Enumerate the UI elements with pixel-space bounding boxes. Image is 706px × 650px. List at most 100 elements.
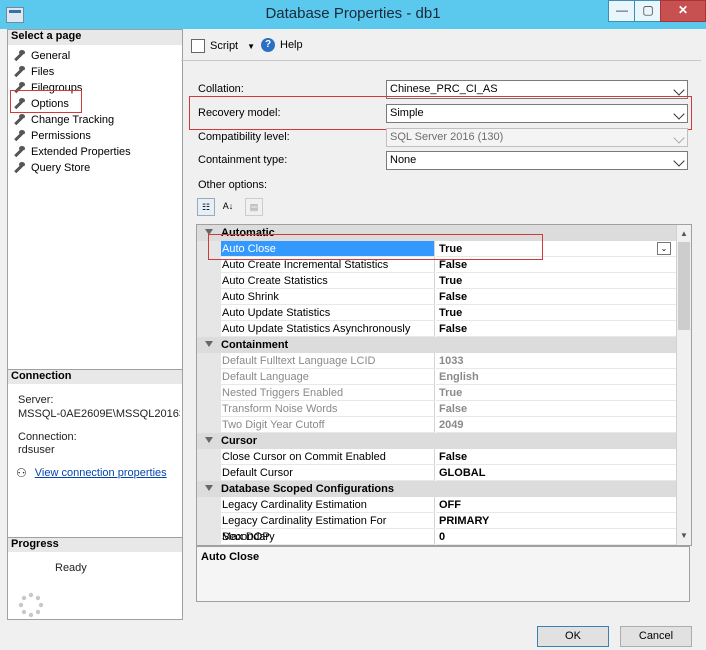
grid-row-value[interactable]: PRIMARY — [436, 513, 676, 529]
grid-row-value[interactable]: False — [436, 449, 676, 465]
grid-row-value[interactable]: False — [436, 401, 676, 417]
cancel-button[interactable]: Cancel — [620, 626, 692, 647]
connection-value: rdsuser — [18, 444, 55, 456]
options-panel: Collation: Chinese_PRC_CI_AS Recovery mo… — [181, 60, 701, 619]
page-files[interactable]: Files — [13, 64, 131, 80]
grid-category[interactable]: Database Scoped Configurations — [197, 481, 676, 497]
grid-row[interactable]: Default Language English — [197, 369, 676, 385]
grid-row-name: Two Digit Year Cutoff — [221, 417, 435, 433]
grid-row-name: Auto Create Statistics — [221, 273, 435, 289]
grid-row-value[interactable]: False — [436, 289, 676, 305]
other-options-label: Other options: — [198, 179, 268, 191]
grid-row-name: Close Cursor on Commit Enabled — [221, 449, 435, 465]
grid-row-gutter — [197, 289, 221, 305]
chevron-down-icon — [673, 155, 685, 167]
grid-row[interactable]: Nested Triggers Enabled True — [197, 385, 676, 401]
property-pages-icon[interactable]: ▤ — [245, 198, 263, 216]
grid-row-gutter — [197, 353, 221, 369]
wrench-icon — [13, 50, 26, 62]
grid-row-gutter — [197, 449, 221, 465]
chevron-down-icon: ▼ — [247, 41, 256, 51]
grid-scrollbar[interactable]: ▲ ▼ — [676, 225, 691, 545]
grid-row-value[interactable]: True — [436, 273, 676, 289]
page-permissions[interactable]: Permissions — [13, 128, 131, 144]
grid-row[interactable]: Auto Update Statistics Asynchronously Fal… — [197, 321, 676, 337]
grid-row-value[interactable]: 1033 — [436, 353, 676, 369]
grid-row-value[interactable]: English — [436, 369, 676, 385]
select-page-header: Select a page — [8, 30, 182, 45]
ok-button[interactable]: OK — [537, 626, 609, 647]
grid-row-gutter — [197, 529, 221, 545]
grid-row-name: Auto Update Statistics Asynchronously — [221, 321, 435, 337]
options-highlight — [10, 90, 82, 113]
grid-row-gutter — [197, 305, 221, 321]
recovery-highlight — [189, 96, 692, 130]
progress-header: Progress — [8, 537, 182, 552]
grid-row[interactable]: Default Fulltext Language LCID 1033 — [197, 353, 676, 369]
grid-row-name: Max DOP — [221, 529, 435, 545]
compatibility-level-select[interactable]: SQL Server 2016 (130) — [386, 128, 688, 147]
property-description: Auto Close — [196, 546, 690, 602]
connection-header: Connection — [8, 369, 182, 384]
grid-row-name: Nested Triggers Enabled — [221, 385, 435, 401]
wrench-icon — [13, 66, 26, 78]
grid-row[interactable]: Max DOP 0 — [197, 529, 676, 545]
collapse-triangle-icon[interactable] — [205, 341, 213, 347]
server-value: MSSQL-0AE2609E\MSSQL2016S — [18, 408, 180, 420]
grid-row-gutter — [197, 513, 221, 529]
alphabetical-icon[interactable]: A↓ — [219, 198, 237, 216]
containment-type-select[interactable]: None — [386, 151, 688, 170]
scroll-down-icon[interactable]: ▼ — [680, 531, 688, 540]
grid-row[interactable]: Transform Noise Words False — [197, 401, 676, 417]
grid-row[interactable]: Close Cursor on Commit Enabled False — [197, 449, 676, 465]
wrench-icon — [13, 146, 26, 158]
page-change-tracking[interactable]: Change Tracking — [13, 112, 131, 128]
maximize-button[interactable]: ▢ — [634, 0, 662, 22]
grid-row[interactable]: Auto Shrink False — [197, 289, 676, 305]
view-connection-properties-link[interactable]: View connection properties — [35, 467, 167, 479]
page-extended-properties[interactable]: Extended Properties — [13, 144, 131, 160]
grid-row-name: Auto Update Statistics — [221, 305, 435, 321]
grid-row-name: Legacy Cardinality Estimation — [221, 497, 435, 513]
compatibility-level-label: Compatibility level: — [198, 131, 290, 143]
categorized-icon[interactable]: ☷ — [197, 198, 215, 216]
script-button[interactable]: Script ▼ — [191, 39, 255, 53]
grid-row-value[interactable]: False — [436, 321, 676, 337]
grid-row-value[interactable]: True — [436, 385, 676, 401]
collapse-triangle-icon[interactable] — [205, 437, 213, 443]
collation-label: Collation: — [198, 83, 244, 95]
grid-row-value[interactable]: 0 — [436, 529, 676, 545]
server-label: Server: — [18, 394, 54, 406]
grid-row[interactable]: Auto Update Statistics True — [197, 305, 676, 321]
value-dropdown-icon[interactable]: ⌄ — [657, 242, 671, 255]
scroll-thumb[interactable] — [678, 242, 690, 330]
grid-row-name: Default Fulltext Language LCID — [221, 353, 435, 369]
grid-row-gutter — [197, 369, 221, 385]
grid-row-value[interactable]: GLOBAL — [436, 465, 676, 481]
grid-category[interactable]: Containment — [197, 337, 676, 353]
close-button[interactable]: ✕ — [660, 0, 706, 22]
window-title: Database Properties - db1 — [265, 5, 441, 22]
grid-row-gutter — [197, 465, 221, 481]
scroll-up-icon[interactable]: ▲ — [680, 229, 688, 238]
grid-row[interactable]: Legacy Cardinality Estimation For Second… — [197, 513, 676, 543]
grid-row-gutter — [197, 273, 221, 289]
page-query-store[interactable]: Query Store — [13, 160, 131, 176]
grid-row[interactable]: Default Cursor GLOBAL — [197, 465, 676, 481]
grid-toolbar: ☷ A↓ ▤ — [197, 198, 263, 216]
page-general[interactable]: General — [13, 48, 131, 64]
collapse-triangle-icon[interactable] — [205, 485, 213, 491]
grid-row-name: Legacy Cardinality Estimation For Second… — [221, 513, 435, 543]
grid-row-name: Transform Noise Words — [221, 401, 435, 417]
grid-category[interactable]: Cursor — [197, 433, 676, 449]
minimize-button[interactable]: — — [608, 0, 636, 22]
grid-row[interactable]: Auto Create Statistics True — [197, 273, 676, 289]
grid-row-value[interactable]: 2049 — [436, 417, 676, 433]
grid-row-name: Default Language — [221, 369, 435, 385]
grid-row[interactable]: Two Digit Year Cutoff 2049 — [197, 417, 676, 433]
grid-row[interactable]: Legacy Cardinality Estimation OFF — [197, 497, 676, 513]
help-button[interactable]: ? Help — [261, 38, 303, 52]
grid-row-value[interactable]: True — [436, 305, 676, 321]
grid-row-value[interactable]: OFF — [436, 497, 676, 513]
grid-row-gutter — [197, 385, 221, 401]
